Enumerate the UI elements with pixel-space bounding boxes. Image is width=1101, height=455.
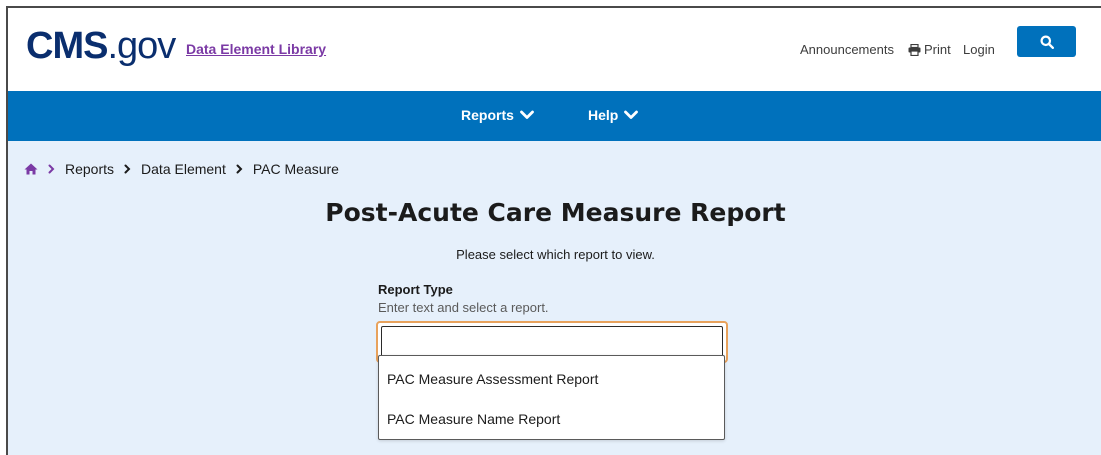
data-element-library-link[interactable]: Data Element Library <box>186 41 326 57</box>
report-type-hint: Enter text and select a report. <box>378 300 549 315</box>
logo-bold-text: CMS <box>26 25 108 67</box>
chevron-down-icon <box>520 110 534 119</box>
page-title: Post-Acute Care Measure Report <box>325 198 786 227</box>
chevron-right-icon <box>48 164 55 174</box>
breadcrumb-pac-measure: PAC Measure <box>252 161 339 177</box>
breadcrumb-data-element[interactable]: Data Element <box>141 161 226 177</box>
announcements-link[interactable]: Announcements <box>800 42 894 57</box>
nav-help[interactable]: Help <box>588 107 639 123</box>
chevron-down-icon <box>624 110 639 119</box>
site-header: CMS.gov Data Element Library Announcemen… <box>8 8 1101 91</box>
main-content: Reports Data Element PAC Measure Post-Ac… <box>8 141 1101 455</box>
search-icon <box>1040 35 1054 49</box>
main-nav: Reports Help <box>8 91 1101 141</box>
report-type-dropdown: PAC Measure Assessment Report PAC Measur… <box>378 355 725 440</box>
print-link[interactable]: Print <box>908 42 951 57</box>
breadcrumb-separator <box>48 164 55 174</box>
search-button[interactable] <box>1017 26 1076 57</box>
option-pac-measure-assessment-report[interactable]: PAC Measure Assessment Report <box>379 359 724 399</box>
breadcrumb-reports[interactable]: Reports <box>65 161 114 177</box>
browser-frame: CMS.gov Data Element Library Announcemen… <box>6 6 1101 455</box>
breadcrumb: Reports Data Element PAC Measure <box>24 161 339 177</box>
chevron-right-icon <box>124 164 131 174</box>
nav-help-label: Help <box>588 107 619 123</box>
option-pac-measure-name-report[interactable]: PAC Measure Name Report <box>379 399 724 439</box>
page-subtitle: Please select which report to view. <box>456 247 655 262</box>
logo-rest-text: .gov <box>107 25 176 67</box>
printer-icon <box>908 43 921 56</box>
report-type-input[interactable] <box>381 326 723 358</box>
breadcrumb-separator <box>124 164 131 174</box>
nav-reports[interactable]: Reports <box>461 107 534 123</box>
login-link[interactable]: Login <box>963 42 995 57</box>
breadcrumb-separator <box>236 164 243 174</box>
print-label: Print <box>924 42 951 57</box>
nav-reports-label: Reports <box>461 107 514 123</box>
home-icon[interactable] <box>24 163 38 175</box>
chevron-right-icon <box>236 164 243 174</box>
cms-logo[interactable]: CMS.gov <box>26 25 176 68</box>
report-type-label: Report Type <box>378 282 453 297</box>
